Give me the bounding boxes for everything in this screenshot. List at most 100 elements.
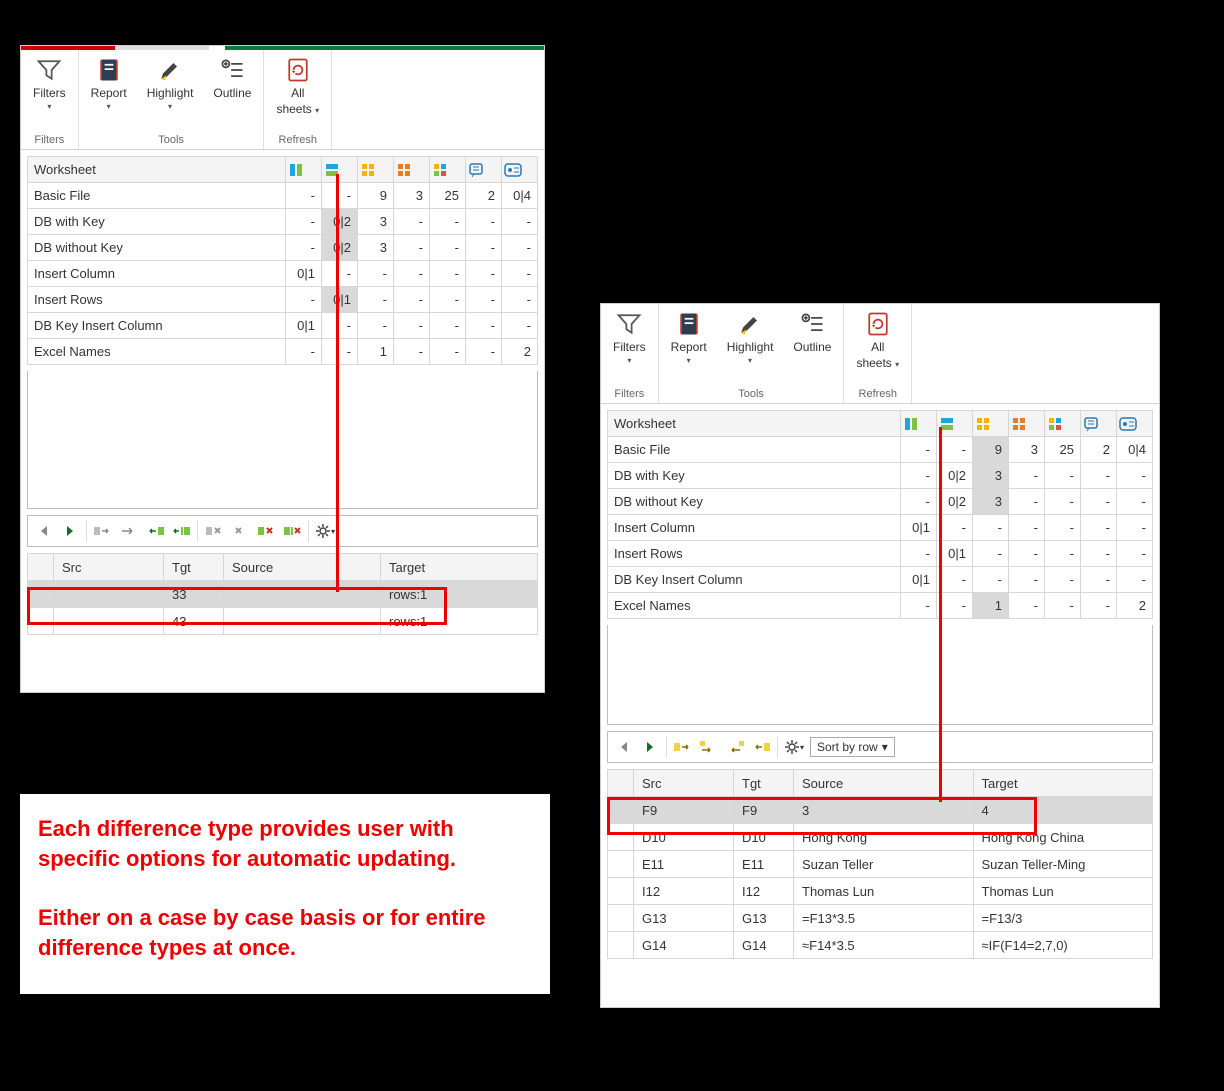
- cell-tgt: E11: [734, 851, 794, 878]
- settings-button[interactable]: ▾: [315, 522, 335, 540]
- prev-button[interactable]: [614, 738, 634, 756]
- cell-src: E11: [634, 851, 734, 878]
- table-row[interactable]: Insert Column0|1------: [28, 261, 538, 287]
- cell-source: [224, 608, 381, 635]
- table-row[interactable]: G13G13=F13*3.5=F13/3: [608, 905, 1153, 932]
- table-row[interactable]: Basic File--932520|4: [608, 437, 1153, 463]
- delete-grey1-button[interactable]: [204, 522, 224, 540]
- table-row[interactable]: DB Key Insert Column0|1------: [28, 313, 538, 339]
- cell-value: 0|4: [502, 183, 538, 209]
- cell-value: -: [1009, 515, 1045, 541]
- col-icon-1[interactable]: [901, 411, 937, 437]
- detail-h-target[interactable]: Target: [381, 554, 538, 581]
- table-row[interactable]: 33rows:1: [28, 581, 538, 608]
- table-row[interactable]: DB without Key-0|23----: [28, 235, 538, 261]
- col-icon-5[interactable]: [1045, 411, 1081, 437]
- col-icon-4[interactable]: [394, 157, 430, 183]
- highlight-button[interactable]: Highlight▾: [721, 308, 780, 367]
- cell-value: -: [322, 339, 358, 365]
- cell-value: -: [358, 313, 394, 339]
- copy-left-one-button[interactable]: [145, 522, 165, 540]
- col-icon-7[interactable]: [502, 157, 538, 183]
- copy-left-yellow-button[interactable]: [751, 738, 771, 756]
- col-icon-3[interactable]: [358, 157, 394, 183]
- copy-left-small-button[interactable]: [725, 738, 745, 756]
- next-button[interactable]: [640, 738, 660, 756]
- highlight-button[interactable]: Highlight ▾: [141, 54, 200, 113]
- detail-h-tgt[interactable]: Tgt: [164, 554, 224, 581]
- refresh-all-button[interactable]: All sheets ▾: [270, 54, 325, 118]
- delete-grey2-button[interactable]: [230, 522, 250, 540]
- copy-right-yellow-button[interactable]: [673, 738, 693, 756]
- table-row[interactable]: D10D10Hong KongHong Kong China: [608, 824, 1153, 851]
- copy-left-all-button[interactable]: [171, 522, 191, 540]
- delete-red2-button[interactable]: [282, 522, 302, 540]
- cell-target: =F13/3: [973, 905, 1153, 932]
- detail-h-blank[interactable]: [28, 554, 54, 581]
- table-row[interactable]: Excel Names--1---2: [28, 339, 538, 365]
- worksheet-name: DB with Key: [608, 463, 901, 489]
- detail-h-source[interactable]: Source: [224, 554, 381, 581]
- prev-button[interactable]: [34, 522, 54, 540]
- worksheet-name: Excel Names: [28, 339, 286, 365]
- cell-value: -: [901, 463, 937, 489]
- next-button[interactable]: [60, 522, 80, 540]
- outline-button[interactable]: Outline: [207, 54, 257, 113]
- col-icon-4[interactable]: [1009, 411, 1045, 437]
- cell-blank: [608, 932, 634, 959]
- table-row[interactable]: Basic File--932520|4: [28, 183, 538, 209]
- cell-src: I12: [634, 878, 734, 905]
- worksheet-name: Insert Rows: [608, 541, 901, 567]
- cell-value: -: [937, 437, 973, 463]
- cell-src: F9: [634, 797, 734, 824]
- col-icon-1[interactable]: [286, 157, 322, 183]
- filters-button[interactable]: Filters▾: [607, 308, 652, 367]
- table-row[interactable]: DB with Key-0|23----: [608, 463, 1153, 489]
- cell-src: G14: [634, 932, 734, 959]
- blank-area: [27, 371, 538, 509]
- delete-red1-button[interactable]: [256, 522, 276, 540]
- table-row[interactable]: 43rows:1: [28, 608, 538, 635]
- detail-h-src[interactable]: Src: [54, 554, 164, 581]
- table-row[interactable]: Insert Rows-0|1-----: [28, 287, 538, 313]
- cell-value: -: [1117, 489, 1153, 515]
- col-icon-2[interactable]: [322, 157, 358, 183]
- report-button[interactable]: Report ▾: [85, 54, 133, 113]
- table-row[interactable]: F9F934: [608, 797, 1153, 824]
- table-row[interactable]: DB without Key-0|23----: [608, 489, 1153, 515]
- col-icon-5[interactable]: [430, 157, 466, 183]
- cell-value: -: [1117, 515, 1153, 541]
- table-row[interactable]: G14G14≈F14*3.5≈IF(F14=2,7,0): [608, 932, 1153, 959]
- table-row[interactable]: Insert Rows-0|1-----: [608, 541, 1153, 567]
- cell-value: -: [1009, 489, 1045, 515]
- sort-dropdown[interactable]: Sort by row ▾: [810, 737, 895, 757]
- cell-value: 3: [358, 209, 394, 235]
- ribbon: Filters ▾ Filters Report ▾: [21, 50, 544, 150]
- filters-button[interactable]: Filters ▾: [27, 54, 72, 113]
- cell-value: -: [1009, 463, 1045, 489]
- table-row[interactable]: Insert Column0|1------: [608, 515, 1153, 541]
- col-icon-2[interactable]: [937, 411, 973, 437]
- col-icon-3[interactable]: [973, 411, 1009, 437]
- header-worksheet[interactable]: Worksheet: [28, 157, 286, 183]
- table-row[interactable]: DB with Key-0|23----: [28, 209, 538, 235]
- cell-value: -: [358, 261, 394, 287]
- refresh-all-button[interactable]: Allsheets ▾: [850, 308, 905, 372]
- col-icon-6[interactable]: [466, 157, 502, 183]
- worksheet-table: Worksheet Basic File--932520|4DB with Ke…: [607, 410, 1153, 619]
- col-icon-6[interactable]: [1081, 411, 1117, 437]
- copy-right-small-button[interactable]: [699, 738, 719, 756]
- copy-right-one-button[interactable]: [93, 522, 113, 540]
- report-button[interactable]: Report▾: [665, 308, 713, 367]
- settings-button[interactable]: ▾: [784, 738, 804, 756]
- detail-table-left: Src Tgt Source Target 33rows:143rows:1: [27, 553, 538, 635]
- table-row[interactable]: DB Key Insert Column0|1------: [608, 567, 1153, 593]
- copy-right-all-button[interactable]: [119, 522, 139, 540]
- col-icon-7[interactable]: [1117, 411, 1153, 437]
- outline-icon: [798, 310, 826, 338]
- table-row[interactable]: Excel Names--1---2: [608, 593, 1153, 619]
- table-row[interactable]: I12I12Thomas LunThomas Lun: [608, 878, 1153, 905]
- outline-button[interactable]: Outline: [787, 308, 837, 367]
- cell-target: rows:1: [381, 608, 538, 635]
- table-row[interactable]: E11E11Suzan TellerSuzan Teller-Ming: [608, 851, 1153, 878]
